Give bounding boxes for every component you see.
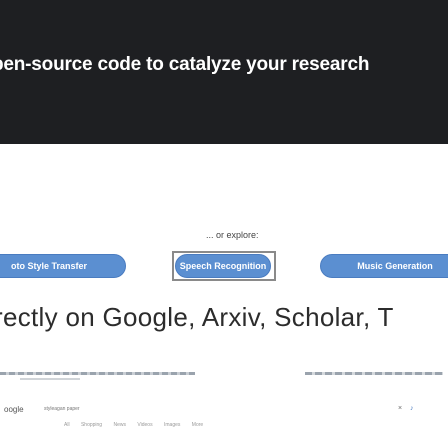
close-icon: × [398,405,403,412]
pill-style-transfer[interactable]: oto Style Transfer [0,254,126,278]
hero-title-text: pen-source code to catalyze your researc… [0,54,370,75]
preview-search-logo: oogle [4,405,24,414]
preview-bar-left [0,372,195,375]
preview-search-query: styleagan paper [44,406,80,412]
hero-title: pen-source code to catalyze your researc… [0,54,448,76]
explore-label: ... or explore: [206,230,259,240]
preview-search-bar: oogle styleagan paper × ♪ [0,403,448,417]
preview-tab-more: More [191,422,204,428]
preview-bar-sub [20,378,80,380]
preview-tab-images: Images [163,422,181,428]
mic-icon: ♪ [410,405,414,412]
preview-tab-news: News [113,422,126,428]
hero-banner: pen-source code to catalyze your researc… [0,0,448,144]
preview-bar-right [305,372,443,375]
headline-text: rectly on Google, Arxiv, Scholar, T [0,302,394,332]
preview-tab-shopping: Shopping [80,422,103,428]
preview-tab-videos: Videos [137,422,153,428]
preview-header-strip [0,372,448,382]
pill-music-generation[interactable]: Music Generation [320,254,448,278]
preview-search-tabs: All Shopping News Videos Images More [64,422,364,430]
page: pen-source code to catalyze your researc… [0,0,448,448]
pill-selection-highlight [172,251,276,281]
example-pills: oto Style Transfer Speech Recognition Mu… [0,251,448,281]
preview-tab-all: All [64,422,70,428]
